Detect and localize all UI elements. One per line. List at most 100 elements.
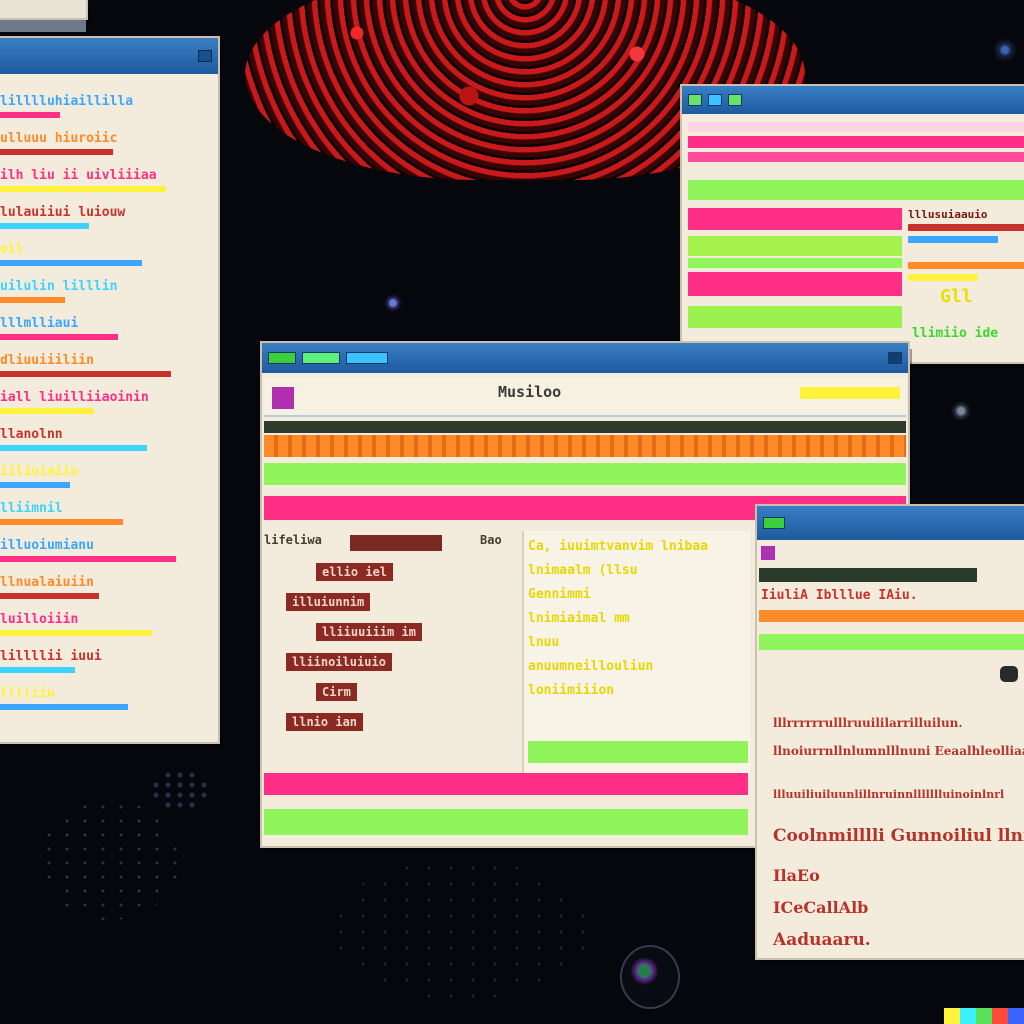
stripe-green — [688, 258, 902, 268]
left-text-line: lulauiiui luiouw — [0, 205, 126, 220]
left-stripe — [0, 408, 94, 414]
left-stripe — [0, 519, 123, 525]
green-band — [759, 634, 1024, 650]
swatch-red — [992, 1008, 1008, 1024]
left-text-line: oll — [0, 242, 24, 257]
pink-bottom-band — [264, 773, 748, 795]
left-text-line: uilulin lilllin — [0, 279, 118, 294]
center-header-text: Musiloo — [498, 383, 562, 401]
document-line: llnoiurrnllnlumnlllnuni Eeaalhleolliaa — [773, 744, 1024, 758]
app-logo-icon — [761, 546, 775, 560]
stripe — [908, 224, 1024, 231]
left-window: lilllluhiaillilla ulluuu hiuroiic ilh liu … — [0, 38, 218, 742]
document-line: ICeCallAlb — [773, 898, 869, 917]
document-line: lllrrrrrrulllruuililarrilluilun. — [773, 716, 963, 730]
settings-icon[interactable] — [1000, 666, 1018, 682]
left-text-line: lllmlliaui — [0, 316, 79, 331]
app-icon — [763, 517, 785, 529]
right-bottom-content: lllrrrrrrulllruuililarrilluilun. llnoiurr… — [773, 716, 1024, 956]
document-line: Coolnmilllli Gunnoiliul llnmllaa — [773, 826, 1024, 846]
left-text-line: lliimnil — [0, 501, 63, 516]
stripe-green — [688, 180, 1024, 200]
input-field[interactable] — [350, 535, 442, 551]
red-field-row[interactable]: lliiuuiiim im — [316, 623, 422, 641]
right-bottom-window: IiuliA Iblllue IAiu. lllrrrrrrulllruuili… — [757, 506, 1024, 958]
red-field-row[interactable]: Cirm — [316, 683, 357, 701]
swatch-cyan — [960, 1008, 976, 1024]
left-text-line: illuoiumianu — [0, 538, 94, 553]
right-top-label: lllusuiaauio — [908, 208, 988, 221]
left-label: lifeliwa — [264, 533, 322, 547]
document-line: IlaEo — [773, 866, 820, 885]
document-line: Aaduaaru. — [773, 930, 871, 950]
red-field-row[interactable]: illuiunnim — [286, 593, 371, 611]
center-window-titlebar[interactable] — [262, 343, 908, 373]
left-text-line: lillllii iuui — [0, 649, 102, 664]
green-band — [264, 463, 906, 485]
yellow-tab[interactable] — [800, 387, 900, 399]
left-stripe — [0, 556, 176, 562]
stripe — [908, 262, 1024, 269]
stripe-pink — [688, 152, 1024, 162]
red-field-row[interactable]: ellio iel — [316, 563, 394, 581]
red-field-row[interactable]: lliinoiluiuio — [286, 653, 392, 671]
left-stripe — [0, 667, 75, 673]
left-stripe — [0, 149, 113, 155]
desktop: lilllluhiaillilla ulluuu hiuroiic ilh liu … — [0, 0, 1024, 1024]
stripe-pink — [688, 122, 1024, 132]
yellow-text-row: lnuu — [528, 635, 560, 650]
speckle — [990, 30, 1020, 70]
app-icon — [346, 352, 388, 364]
app-icon — [302, 352, 340, 364]
close-icon[interactable] — [888, 352, 902, 364]
swatch-yellow — [944, 1008, 960, 1024]
right-top-window-titlebar[interactable] — [682, 86, 1024, 114]
minimize-icon[interactable] — [198, 50, 212, 62]
red-field-row[interactable]: llnio ian — [286, 713, 364, 731]
yellow-text-row: lnimiaimal mm — [528, 611, 630, 626]
app-logo-icon — [272, 387, 294, 409]
dark-band — [264, 421, 906, 433]
speckle — [40, 800, 180, 920]
window-top-left-remnant — [0, 0, 86, 18]
app-icon — [708, 94, 722, 106]
speckle — [330, 860, 590, 1000]
right-top-window: lllusuiaauio Gll llimiio ide — [682, 86, 1024, 362]
speckle — [620, 945, 680, 1009]
left-window-titlebar[interactable] — [0, 38, 218, 74]
left-stripe — [0, 593, 99, 599]
orange-band — [759, 610, 1024, 622]
left-stripe — [0, 186, 166, 192]
yellow-text-row: Gennimmi — [528, 587, 591, 602]
left-text-line: lilllluhiaillilla — [0, 94, 134, 109]
yellow-text-row: lnimaalm (llsu — [528, 563, 638, 578]
left-text-line: iiliuiaiio — [0, 464, 79, 479]
left-stripe — [0, 223, 89, 229]
swatch-green — [976, 1008, 992, 1024]
app-icon — [688, 94, 702, 106]
left-window-content: lilllluhiaillilla ulluuu hiuroiic ilh liu … — [0, 94, 205, 734]
right-bottom-window-titlebar[interactable] — [757, 506, 1024, 540]
stripe-green — [688, 306, 902, 328]
left-text-line: lllliiu — [0, 686, 55, 701]
green-action-button[interactable] — [528, 741, 748, 763]
app-icon — [728, 94, 742, 106]
dark-band — [759, 568, 977, 582]
right-top-label: llimiio ide — [912, 326, 999, 341]
left-stripe — [0, 297, 65, 303]
document-line: llluuiliuiluunlillnruinnllllllluinoinlnr… — [773, 788, 1005, 801]
right-label: Bao — [480, 533, 502, 547]
left-text-line: dliuuiiiliin — [0, 353, 94, 368]
left-stripe — [0, 704, 128, 710]
yellow-text-row: Ca, iuuimtvanvim lnibaa — [528, 539, 709, 554]
stripe-green — [688, 236, 902, 256]
left-stripe — [0, 445, 147, 451]
stripe-pink — [688, 208, 902, 230]
stripe-pink — [688, 136, 1024, 148]
left-stripe — [0, 334, 118, 340]
left-text-line: llanolnn — [0, 427, 63, 442]
left-text-line: iall liuilliiaoinin — [0, 390, 149, 405]
stripe — [908, 274, 978, 281]
yellow-rows: Ca, iuuimtvanvim lnibaa lnimaalm (llsu Gen… — [528, 539, 746, 729]
stripe — [908, 236, 998, 243]
